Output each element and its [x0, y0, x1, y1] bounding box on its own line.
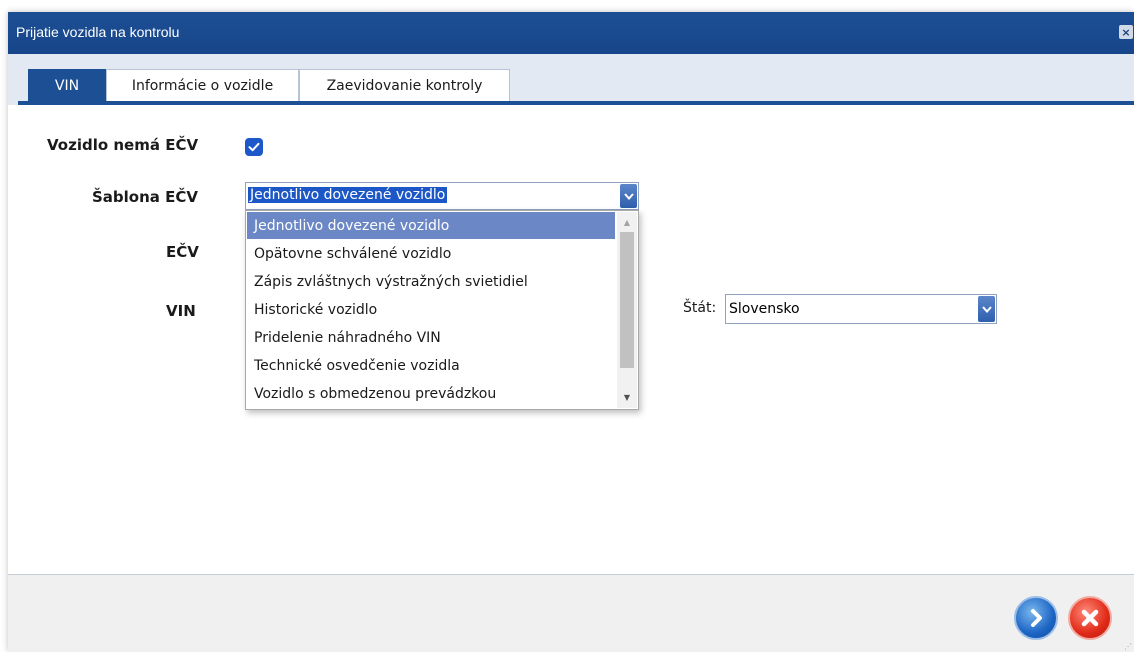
scroll-thumb[interactable] — [620, 232, 634, 368]
tab-vehicle-info[interactable]: Informácie o vozidle — [106, 69, 299, 101]
dialog-footer: ⋰ — [8, 574, 1134, 652]
template-dropdown-list[interactable]: Jednotlivo dovezené vozidlo Opätovne sch… — [245, 210, 639, 410]
chevron-down-icon[interactable] — [620, 184, 637, 208]
chevron-down-glyph — [623, 192, 634, 200]
dropdown-option[interactable]: Pridelenie náhradného VIN — [247, 324, 615, 351]
dropdown-option[interactable]: Jednotlivo dovezené vozidlo — [247, 212, 615, 239]
state-label: Štát: — [683, 300, 717, 316]
tab-vin[interactable]: VIN — [28, 69, 106, 101]
tab-inspection-record-label: Zaevidovanie kontroly — [326, 77, 483, 94]
dialog-window: Prijatie vozidla na kontrolu × VIN Infor… — [8, 12, 1134, 652]
template-select-value: Jednotlivo dovezené vozidlo — [248, 187, 448, 203]
state-select[interactable]: Slovensko — [725, 294, 997, 324]
template-select[interactable]: Jednotlivo dovezené vozidlo — [245, 182, 639, 210]
scroll-up-icon[interactable]: ▲ — [617, 213, 637, 231]
no-plate-checkbox[interactable] — [245, 138, 263, 156]
close-icon[interactable]: × — [1119, 25, 1133, 39]
scroll-down-icon[interactable]: ▼ — [617, 388, 637, 406]
tab-inspection-record[interactable]: Zaevidovanie kontroly — [299, 69, 510, 101]
chevron-right-icon — [1031, 609, 1042, 627]
dialog-title: Prijatie vozidla na kontrolu — [16, 24, 180, 40]
check-icon — [248, 142, 260, 152]
dropdown-option[interactable]: Historické vozidlo — [247, 296, 615, 323]
tab-bar: VIN Informácie o vozidle Zaevidovanie ko… — [18, 69, 1134, 101]
next-button[interactable] — [1014, 596, 1058, 640]
state-select-value: Slovensko — [729, 301, 800, 317]
chevron-down-glyph — [981, 305, 992, 313]
tab-vehicle-info-label: Informácie o vozidle — [131, 77, 274, 94]
vin-label: VIN — [166, 302, 196, 320]
template-label: Šablona EČV — [92, 188, 198, 206]
no-plate-label: Vozidlo nemá EČV — [47, 136, 199, 154]
ecv-label: EČV — [166, 243, 199, 261]
dropdown-option[interactable]: Zápis zvláštnych výstražných svietidiel — [247, 268, 615, 295]
dialog-titlebar[interactable]: Prijatie vozidla na kontrolu × — [8, 12, 1134, 54]
close-icon — [1081, 609, 1099, 627]
dropdown-option[interactable]: Technické osvedčenie vozidla — [247, 352, 615, 379]
cancel-button[interactable] — [1068, 596, 1112, 640]
dropdown-option[interactable]: Vozidlo s obmedzenou prevádzkou — [247, 380, 615, 407]
tab-vin-label: VIN — [54, 77, 80, 94]
chevron-down-icon[interactable] — [978, 296, 995, 322]
dropdown-scrollbar[interactable]: ▲ ▼ — [617, 212, 637, 408]
resize-grip-icon[interactable]: ⋰ — [1124, 642, 1132, 651]
dropdown-option[interactable]: Opätovne schválené vozidlo — [247, 240, 615, 267]
